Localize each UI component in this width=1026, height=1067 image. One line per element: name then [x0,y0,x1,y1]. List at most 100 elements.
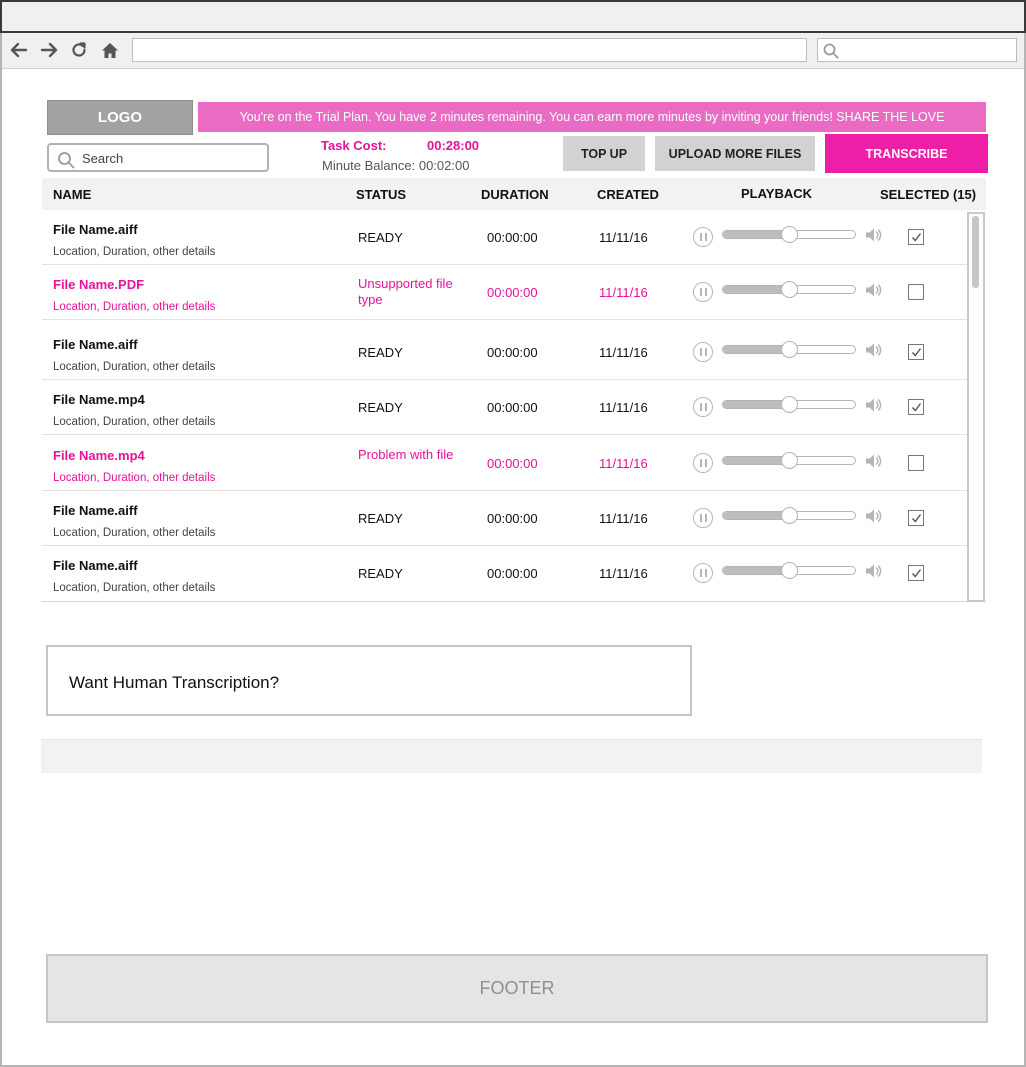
column-header-status[interactable]: STATUS [356,187,406,202]
column-header-created[interactable]: CREATED [597,187,659,202]
file-name[interactable]: File Name.aiff [53,503,138,518]
column-header-selected: SELECTED (15) [880,187,977,202]
pause-icon[interactable] [693,227,713,247]
volume-icon[interactable] [864,507,882,530]
pause-icon[interactable] [693,508,713,528]
playback-slider-handle[interactable] [781,562,798,579]
volume-icon[interactable] [864,562,882,585]
column-header-name[interactable]: NAME [53,187,91,202]
select-checkbox[interactable] [908,344,924,360]
playback-slider[interactable] [722,341,856,358]
select-checkbox[interactable] [908,284,924,300]
file-created-date: 11/11/16 [599,511,648,526]
playback-slider-handle[interactable] [781,281,798,298]
select-checkbox[interactable] [908,399,924,415]
playback-slider[interactable] [722,452,856,469]
file-name[interactable]: File Name.aiff [53,337,138,352]
task-cost-label: Task Cost: [321,138,387,153]
scrollbar-thumb[interactable] [972,216,979,288]
playback-slider[interactable] [722,281,856,298]
playback-slider[interactable] [722,507,856,524]
file-status: READY [358,230,403,245]
table-row[interactable]: File Name.aiff Location, Duration, other … [42,491,967,546]
table-row[interactable]: File Name.mp4 Location, Duration, other d… [42,436,967,491]
file-name[interactable]: File Name.PDF [53,277,144,292]
pause-icon[interactable] [693,397,713,417]
file-list-scrollbar[interactable] [967,212,985,602]
file-details: Location, Duration, other details [53,582,216,594]
search-icon [58,152,75,169]
volume-icon[interactable] [864,341,882,364]
pause-icon[interactable] [693,453,713,473]
playback-slider-handle[interactable] [781,396,798,413]
file-list: File Name.aiff Location, Duration, other … [42,210,986,602]
file-created-date: 11/11/16 [599,456,648,471]
reload-icon[interactable] [68,39,90,61]
file-status: READY [358,566,403,581]
forward-arrow-icon[interactable] [38,39,60,61]
volume-icon[interactable] [864,396,882,419]
playback-progress-fill [723,401,785,408]
file-duration: 00:00:00 [487,456,538,471]
file-details: Location, Duration, other details [53,246,216,258]
human-transcription-panel[interactable]: Want Human Transcription? [46,645,692,716]
file-details: Location, Duration, other details [53,361,216,373]
checkmark-icon [911,347,921,357]
table-row[interactable]: File Name.aiff Location, Duration, other … [42,325,967,380]
file-name[interactable]: File Name.aiff [53,222,138,237]
file-name[interactable]: File Name.mp4 [53,448,145,463]
minute-balance: Minute Balance: 00:02:00 [322,158,470,173]
playback-slider-handle[interactable] [781,226,798,243]
file-name[interactable]: File Name.aiff [53,558,138,573]
file-duration: 00:00:00 [487,511,538,526]
playback-slider-handle[interactable] [781,341,798,358]
playback-slider-handle[interactable] [781,507,798,524]
table-row[interactable]: File Name.aiff Location, Duration, other … [42,546,967,601]
browser-search-bar[interactable] [817,38,1017,62]
volume-icon[interactable] [864,226,882,249]
search-input[interactable] [82,148,262,168]
playback-slider[interactable] [722,396,856,413]
playback-slider[interactable] [722,226,856,243]
playback-slider[interactable] [722,562,856,579]
browser-title-bar [0,0,1026,33]
trial-plan-banner[interactable]: You're on the Trial Plan. You have 2 min… [198,102,986,132]
file-created-date: 11/11/16 [599,230,648,245]
file-created-date: 11/11/16 [599,285,648,300]
table-row[interactable]: File Name.PDF Location, Duration, other d… [42,265,967,320]
back-arrow-icon[interactable] [8,39,30,61]
select-checkbox[interactable] [908,455,924,471]
pause-icon[interactable] [693,282,713,302]
top-up-button[interactable]: TOP UP [563,136,645,171]
table-row[interactable]: File Name.mp4 Location, Duration, other d… [42,380,967,435]
playback-slider-handle[interactable] [781,452,798,469]
upload-more-files-button[interactable]: UPLOAD MORE FILES [655,136,815,171]
file-duration: 00:00:00 [487,285,538,300]
footer: FOOTER [46,954,988,1023]
volume-icon[interactable] [864,452,882,475]
pause-icon[interactable] [693,342,713,362]
address-bar[interactable] [132,38,807,62]
checkmark-icon [911,513,921,523]
file-name[interactable]: File Name.mp4 [53,392,145,407]
browser-nav-bar [2,33,1024,69]
select-checkbox[interactable] [908,510,924,526]
checkmark-icon [911,568,921,578]
volume-icon[interactable] [864,281,882,304]
file-status: READY [358,400,403,415]
home-icon[interactable] [99,39,121,61]
transcribe-button[interactable]: TRANSCRIBE [825,134,988,173]
file-duration: 00:00:00 [487,400,538,415]
column-header-duration[interactable]: DURATION [481,187,549,202]
table-row[interactable]: File Name.aiff Location, Duration, other … [42,210,967,265]
file-status: Unsupported file type [358,276,453,307]
playback-progress-fill [723,286,785,293]
select-checkbox[interactable] [908,565,924,581]
checkmark-icon [911,402,921,412]
search-field[interactable] [47,143,269,172]
pause-icon[interactable] [693,563,713,583]
file-details: Location, Duration, other details [53,301,216,313]
logo[interactable]: LOGO [47,100,193,135]
task-cost-value: 00:28:00 [427,138,480,153]
select-checkbox[interactable] [908,229,924,245]
